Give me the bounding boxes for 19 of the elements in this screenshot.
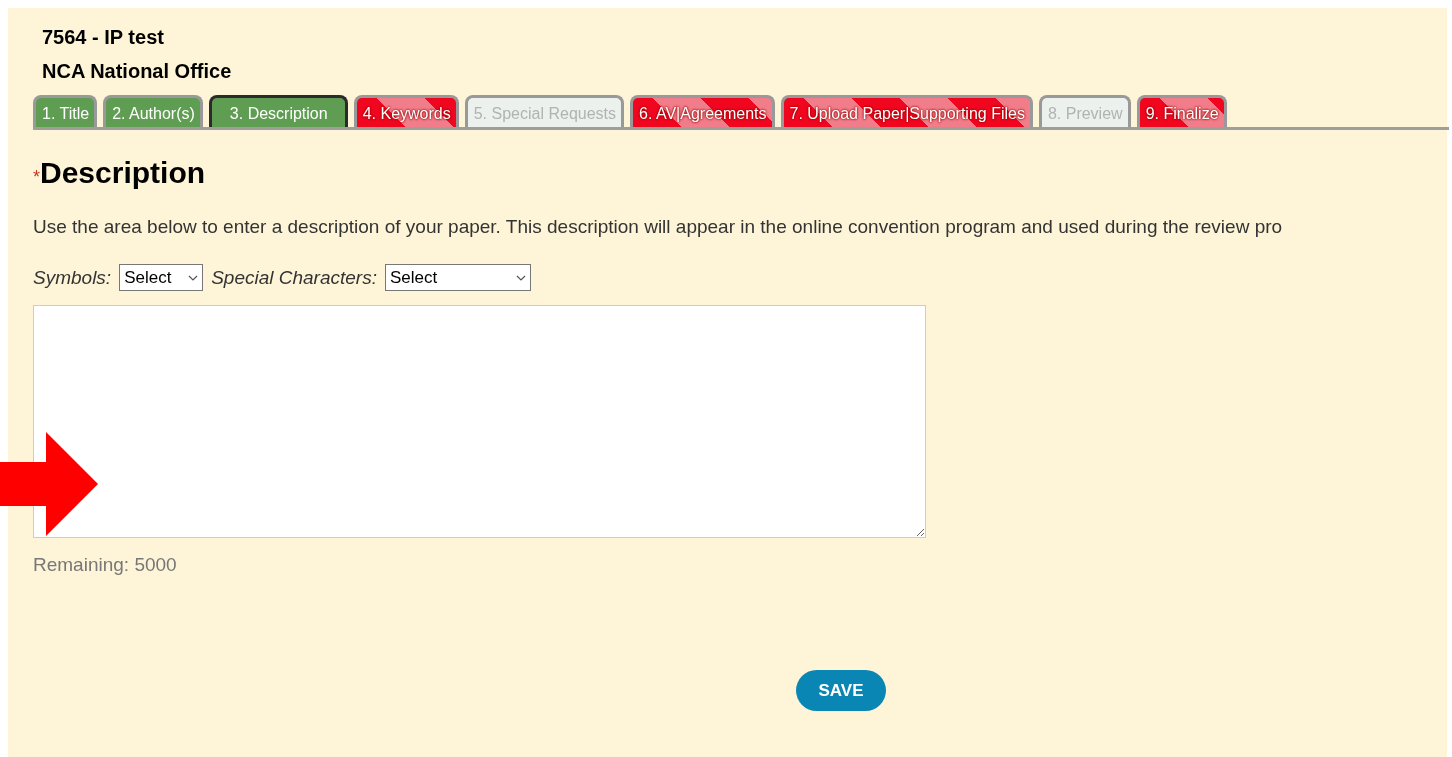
- picker-label: Symbols:: [33, 266, 112, 289]
- step-tab[interactable]: 3. Description: [208, 95, 348, 127]
- chevron-down-icon: [188, 274, 199, 281]
- step-tab[interactable]: 1. Title: [33, 95, 98, 127]
- remaining-counter: Remaining: 5000: [33, 554, 177, 576]
- chevron-down-icon: [515, 274, 526, 281]
- picker-label: Special Characters:: [211, 266, 377, 289]
- organization-name: NCA National Office: [42, 60, 232, 83]
- select-dropdown[interactable]: Select: [119, 264, 204, 291]
- description-input[interactable]: [33, 305, 926, 538]
- required-asterisk: *: [33, 167, 40, 187]
- step-tab[interactable]: 2. Author(s): [103, 95, 203, 127]
- select-dropdown[interactable]: Select: [384, 264, 531, 291]
- instructions-text: Use the area below to enter a description of your paper. This description will appear in the online convention program and used during the review pro: [33, 216, 1283, 238]
- arrow-icon: [0, 432, 98, 536]
- step-tab[interactable]: 6. AV|Agreements: [630, 95, 775, 127]
- section-heading: Description: [40, 156, 206, 190]
- submission-title: 7564 - IP test: [42, 26, 164, 50]
- save-button[interactable]: SAVE: [796, 670, 886, 711]
